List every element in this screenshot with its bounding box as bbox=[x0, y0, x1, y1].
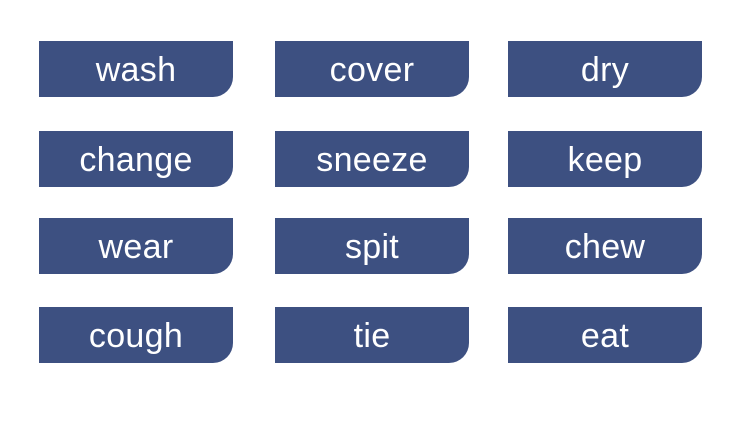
word-card-cover[interactable]: cover bbox=[275, 41, 469, 97]
word-card-chew[interactable]: chew bbox=[508, 218, 702, 274]
word-card-change[interactable]: change bbox=[39, 131, 233, 187]
word-card-spit[interactable]: spit bbox=[275, 218, 469, 274]
word-card-grid: wash cover dry change sneeze keep wear s… bbox=[0, 0, 743, 425]
word-card-wear[interactable]: wear bbox=[39, 218, 233, 274]
word-card-label: cough bbox=[88, 316, 184, 355]
word-card-label: keep bbox=[567, 140, 643, 179]
word-card-label: sneeze bbox=[316, 140, 428, 179]
word-card-label: cover bbox=[329, 50, 415, 89]
word-card-label: chew bbox=[564, 227, 646, 266]
word-card-eat[interactable]: eat bbox=[508, 307, 702, 363]
word-card-keep[interactable]: keep bbox=[508, 131, 702, 187]
word-card-label: spit bbox=[344, 227, 400, 266]
word-card-label: wear bbox=[98, 227, 174, 266]
word-card-tie[interactable]: tie bbox=[275, 307, 469, 363]
word-card-wash[interactable]: wash bbox=[39, 41, 233, 97]
word-card-label: change bbox=[79, 140, 193, 179]
word-card-label: dry bbox=[580, 50, 630, 89]
word-card-label: tie bbox=[353, 316, 391, 355]
word-card-sneeze[interactable]: sneeze bbox=[275, 131, 469, 187]
word-card-label: wash bbox=[95, 50, 177, 89]
word-card-cough[interactable]: cough bbox=[39, 307, 233, 363]
word-card-dry[interactable]: dry bbox=[508, 41, 702, 97]
word-card-label: eat bbox=[580, 316, 630, 355]
